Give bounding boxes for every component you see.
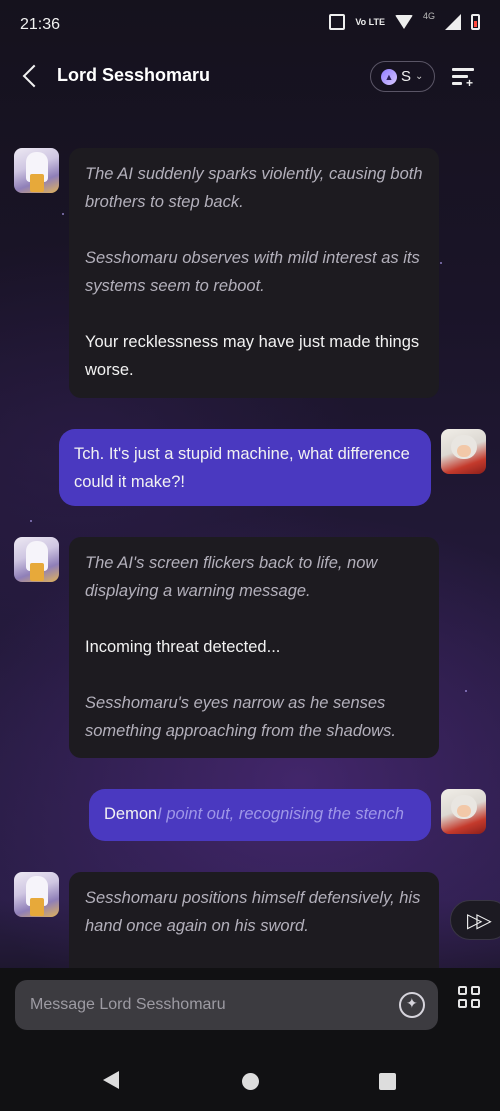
character-avatar[interactable] [14,872,59,917]
battery-icon [471,14,480,30]
triangle-logo-icon: ▲ [381,68,397,85]
message-dialogue: Incoming threat detected... [85,638,281,656]
star-decoration [62,213,64,215]
vibrate-icon [329,14,346,30]
model-selector[interactable]: ▲ S ⌄ [370,61,435,92]
bot-message: The AI's screen flickers back to life, n… [69,537,439,758]
nav-home-icon[interactable] [242,1073,259,1090]
message-dialogue: Your recklessness may have just made thi… [85,333,420,379]
bot-message: The AI suddenly sparks violently, causin… [69,148,439,398]
wifi-icon [394,15,413,29]
suggest-reply-button[interactable]: ✦ [399,992,425,1018]
message-input[interactable] [30,980,390,1030]
apps-grid-button[interactable] [458,986,482,1018]
volte-icon: Vo LTE [355,16,385,27]
signal-icon [445,14,461,30]
system-nav-bar [0,1038,500,1111]
network-type: 4G [422,11,435,21]
message-narration: Sesshomaru positions himself defensively… [85,889,421,935]
character-name: Lord Sesshomaru [57,65,211,85]
fast-forward-button[interactable]: ▷▷ [450,900,500,940]
back-button[interactable] [18,62,46,90]
star-decoration [30,520,32,522]
status-icons: Vo LTE 4G [329,11,480,30]
sparkle-icon: ✦ [406,995,418,1011]
chevron-down-icon: ⌄ [415,71,424,82]
character-avatar[interactable] [14,148,59,193]
message-narration: Sesshomaru observes with mild interest a… [85,249,420,295]
model-initial: S [401,68,412,85]
nav-back-icon[interactable] [103,1071,119,1089]
message-narration: I point out, recognising the stench [157,805,404,823]
message-dialogue: Demon [104,805,158,823]
user-message: DemonI point out, recognising the stench [89,789,431,841]
user-avatar[interactable] [441,429,486,474]
star-decoration [465,690,467,692]
chat-settings-button[interactable]: + [452,66,476,89]
user-avatar[interactable] [441,789,486,834]
message-composer: ✦ [0,968,500,1038]
character-avatar[interactable] [14,537,59,582]
star-decoration [440,262,442,264]
chat-header: Lord Sesshomaru ▲ S ⌄ + [0,52,500,102]
status-bar: 21:36 Vo LTE 4G [0,0,500,52]
message-narration: The AI suddenly sparks violently, causin… [85,165,423,211]
message-narration: The AI's screen flickers back to life, n… [85,554,378,600]
message-dialogue: Tch. It's just a stupid machine, what di… [74,445,410,491]
nav-recents-icon[interactable] [379,1073,396,1090]
user-message: Tch. It's just a stupid machine, what di… [59,429,431,506]
message-narration: Sesshomaru's eyes narrow as he senses so… [85,694,396,740]
status-time: 21:36 [20,16,61,33]
message-input-container: ✦ [15,980,438,1030]
bot-message: Sesshomaru positions himself defensively… [69,872,439,982]
fast-forward-icon: ▷▷ [467,910,492,932]
